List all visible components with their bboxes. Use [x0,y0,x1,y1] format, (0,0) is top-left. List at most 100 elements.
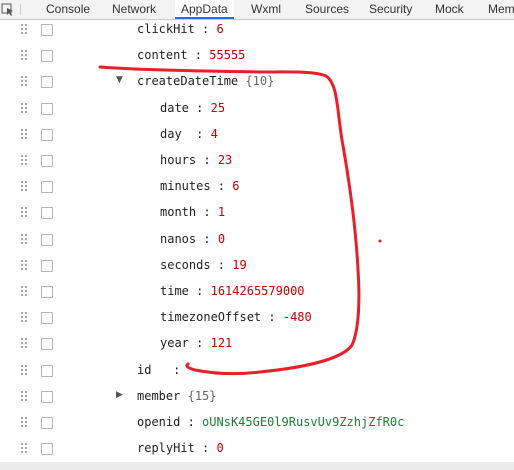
row-checkbox[interactable] [41,102,53,115]
key-value: openid : oUNsK45GE0l9RusvUv9ZzhjZfR0c [137,415,405,429]
key-value: id : [137,362,188,377]
row-value: 23 [217,153,233,167]
row-count: {15} [187,388,217,403]
drag-handle-icon[interactable] [21,364,29,377]
row-key: seconds [160,257,211,272]
drag-handle-icon[interactable] [21,443,29,455]
row-checkbox[interactable] [41,443,53,456]
row-value: 121 [210,336,233,351]
row-checkbox[interactable] [41,181,53,194]
tree-row[interactable]: ▼ createDateTime {10} [0,69,514,95]
row-checkbox[interactable] [41,233,53,246]
row-value: 25 [210,100,226,115]
tree-row[interactable]: year : 121 [0,331,514,357]
row-checkbox[interactable] [41,50,53,63]
key-value: date : 25 [160,100,226,115]
drag-handle-icon[interactable] [21,233,29,246]
row-key: day [160,126,182,141]
row-key: month [160,205,197,220]
row-key: content [137,48,188,63]
row-key: nanos [160,231,197,246]
drag-handle-icon[interactable] [21,417,29,429]
row-checkbox[interactable] [41,76,53,89]
row-key: replyHit [137,441,195,456]
row-value: 19 [232,257,247,272]
key-value: replyHit : 0 [137,441,224,456]
drag-handle-icon[interactable] [21,312,29,324]
row-key: member [137,388,181,403]
row-checkbox[interactable] [41,155,53,167]
row-checkbox[interactable] [41,338,53,351]
row-value: 0 [217,231,226,246]
row-key: time [160,284,189,298]
key-value: month : 1 [160,205,226,220]
row-key: createDateTime [137,74,239,89]
row-checkbox[interactable] [41,417,53,429]
row-key: minutes [160,179,211,194]
drag-handle-icon[interactable] [21,259,29,272]
drag-handle-icon[interactable] [21,207,29,219]
tree-row[interactable]: timezoneOffset : -480 [0,305,514,331]
drag-handle-icon[interactable] [21,155,29,167]
expand-arrow-icon[interactable]: ▶ [116,390,123,400]
row-checkbox[interactable] [41,390,53,403]
drag-handle-icon[interactable] [21,338,29,350]
drag-handle-icon[interactable] [21,181,29,193]
row-checkbox[interactable] [41,364,53,377]
tree-row[interactable]: id : [0,358,514,384]
key-value: clickHit : 6 [137,22,224,36]
drag-handle-icon[interactable] [21,286,29,298]
tree-row[interactable]: time : 1614265579000 [0,279,514,305]
row-count: {10} [245,74,275,89]
row-checkbox[interactable] [41,259,53,272]
key-value: timezoneOffset : -480 [160,310,312,325]
key-value: minutes : 6 [160,179,240,194]
collapse-arrow-icon[interactable]: ▼ [116,75,123,85]
row-value: 1 [217,205,226,220]
row-value: 4 [210,126,218,141]
row-key: timezoneOffset [160,310,262,325]
drag-handle-icon[interactable] [21,76,29,88]
tree-row[interactable]: minutes : 6 [0,174,514,200]
inspect-element-icon[interactable] [0,2,16,17]
tree-row[interactable]: ▶ member {15} [0,384,514,410]
row-checkbox[interactable] [41,312,53,325]
tree-row[interactable]: seconds : 19 [0,253,514,279]
row-key: openid [137,415,181,429]
tree-row[interactable]: openid : oUNsK45GE0l9RusvUv9ZzhjZfR0c [0,410,514,436]
key-value: content : 55555 [137,48,246,63]
row-key: id [137,362,152,377]
key-value: hours : 23 [160,153,233,167]
drag-handle-icon[interactable] [21,102,29,115]
row-checkbox[interactable] [41,128,53,141]
row-key: year [160,336,189,351]
row-value: 1614265579000 [210,284,305,298]
key-value: time : 1614265579000 [160,284,305,298]
drag-handle-icon[interactable] [21,128,29,141]
drag-handle-icon[interactable] [21,50,29,62]
tree-row[interactable]: day : 4 [0,122,514,148]
tree-row[interactable]: replyHit : 0 [0,436,514,462]
key-value: year : 121 [160,336,233,351]
tree-row[interactable]: date : 25 [0,96,514,122]
key-value: seconds : 19 [160,257,247,272]
row-checkbox[interactable] [41,24,53,36]
key-value: day : 4 [160,126,218,141]
bottom-scrollbar[interactable] [0,462,514,470]
tree-row[interactable]: hours : 23 [0,148,514,174]
drag-handle-icon[interactable] [21,390,29,403]
tree-row[interactable]: content : 55555 [0,43,514,69]
row-value: -480 [282,310,312,325]
tree-row[interactable]: month : 1 [0,200,514,226]
row-value: 55555 [209,48,246,63]
row-checkbox[interactable] [41,286,53,298]
drag-handle-icon[interactable] [21,24,29,36]
row-value: 6 [232,179,240,194]
row-value: oUNsK45GE0l9RusvUv9ZzhjZfR0c [202,415,405,429]
row-value: 0 [216,441,224,456]
row-key: clickHit [137,22,195,36]
tab-separator [20,4,21,15]
tree-row[interactable]: nanos : 0 [0,227,514,253]
tree-row[interactable]: clickHit : 6 [0,17,514,43]
row-checkbox[interactable] [41,207,53,220]
